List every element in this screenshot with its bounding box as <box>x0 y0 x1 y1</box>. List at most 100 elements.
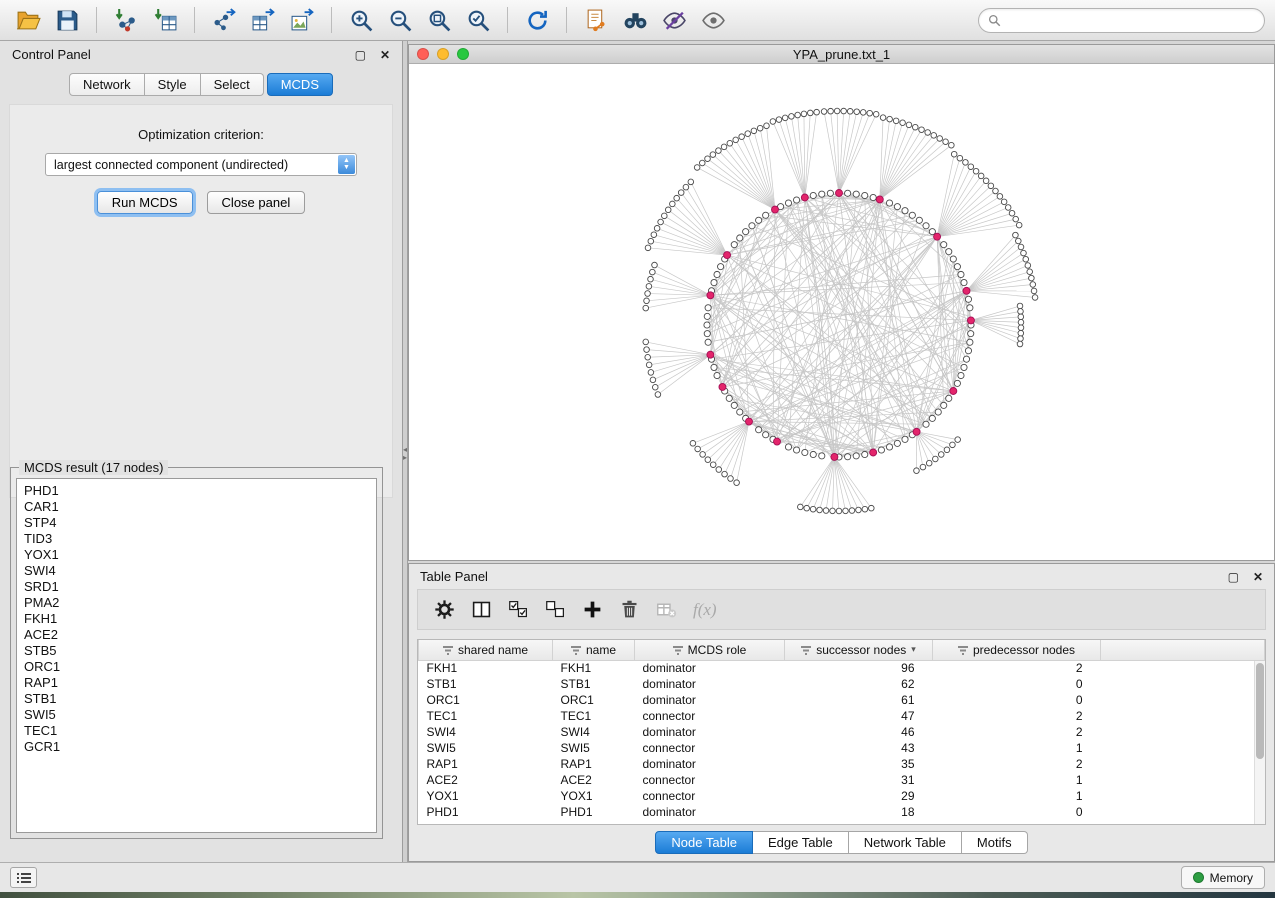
table-row[interactable]: SWI4SWI4dominator462 <box>419 724 1265 740</box>
network-node[interactable] <box>704 313 710 319</box>
network-node[interactable] <box>739 134 745 140</box>
network-node[interactable] <box>983 178 989 184</box>
network-node[interactable] <box>678 190 684 196</box>
network-node[interactable] <box>763 212 769 218</box>
close-panel-icon[interactable]: ✕ <box>380 49 390 61</box>
table-row[interactable]: YOX1YOX1connector291 <box>419 788 1265 804</box>
mcds-result-item[interactable]: CAR1 <box>24 499 376 515</box>
network-node[interactable] <box>728 476 734 482</box>
memory-button[interactable]: Memory <box>1181 866 1265 889</box>
network-node[interactable] <box>695 446 701 452</box>
network-node[interactable] <box>662 213 668 219</box>
network-node[interactable] <box>1017 303 1023 309</box>
network-node[interactable] <box>1031 288 1037 294</box>
network-node[interactable] <box>643 305 649 311</box>
network-node[interactable] <box>973 168 979 174</box>
network-node[interactable] <box>853 453 859 459</box>
network-node[interactable] <box>1029 275 1035 281</box>
network-node[interactable] <box>951 151 957 157</box>
network-node[interactable] <box>961 279 967 285</box>
network-node[interactable] <box>710 462 716 468</box>
network-node[interactable] <box>938 452 944 458</box>
network-node[interactable] <box>958 372 964 378</box>
network-node[interactable] <box>997 194 1003 200</box>
network-node[interactable] <box>1018 336 1024 342</box>
network-node[interactable] <box>923 421 929 427</box>
network-node[interactable] <box>721 144 727 150</box>
network-node[interactable] <box>770 119 776 125</box>
network-node[interactable] <box>950 256 956 262</box>
network-node[interactable] <box>919 127 925 133</box>
network-node[interactable] <box>902 436 908 442</box>
network-node[interactable] <box>870 194 876 200</box>
network-node[interactable] <box>878 447 884 453</box>
network-node[interactable] <box>923 223 929 229</box>
network-node[interactable] <box>967 339 973 345</box>
network-node[interactable] <box>764 123 770 129</box>
network-node[interactable] <box>827 190 833 196</box>
mcds-hub-node[interactable] <box>950 388 957 395</box>
zoom-out-button[interactable] <box>382 4 418 36</box>
network-node[interactable] <box>843 508 849 514</box>
mcds-result-item[interactable]: ORC1 <box>24 659 376 675</box>
float-table-panel-icon[interactable]: ▢ <box>1228 571 1239 583</box>
network-node[interactable] <box>710 152 716 158</box>
network-node[interactable] <box>1013 216 1019 222</box>
network-node[interactable] <box>958 271 964 277</box>
network-node[interactable] <box>845 190 851 196</box>
show-all-button[interactable] <box>695 4 731 36</box>
table-row[interactable]: ACE2ACE2connector311 <box>419 772 1265 788</box>
network-node[interactable] <box>965 296 971 302</box>
network-node[interactable] <box>819 191 825 197</box>
tab-motifs[interactable]: Motifs <box>962 831 1028 854</box>
zoom-in-button[interactable] <box>343 4 379 36</box>
network-node[interactable] <box>699 160 705 166</box>
deselect-all-button[interactable] <box>545 599 566 620</box>
network-node[interactable] <box>1018 244 1024 250</box>
mcds-result-list[interactable]: PHD1CAR1STP4TID3YOX1SWI4SRD1PMA2FKH1ACE2… <box>16 478 377 833</box>
network-node[interactable] <box>931 133 937 139</box>
column-header-predecessor-nodes[interactable]: predecessor nodes <box>933 640 1101 660</box>
network-node[interactable] <box>862 192 868 198</box>
network-node[interactable] <box>963 160 969 166</box>
network-node[interactable] <box>793 447 799 453</box>
network-node[interactable] <box>963 356 969 362</box>
table-row[interactable]: ORC1ORC1dominator610 <box>419 692 1265 708</box>
close-window-button[interactable] <box>417 48 429 60</box>
network-node[interactable] <box>674 195 680 201</box>
mcds-result-item[interactable]: TEC1 <box>24 723 376 739</box>
tab-select[interactable]: Select <box>201 73 264 96</box>
network-node[interactable] <box>745 131 751 137</box>
table-row[interactable]: RAP1RAP1dominator352 <box>419 756 1265 772</box>
network-node[interactable] <box>785 200 791 206</box>
network-node[interactable] <box>967 305 973 311</box>
network-node[interactable] <box>650 377 656 383</box>
network-node[interactable] <box>925 130 931 136</box>
network-node[interactable] <box>714 271 720 277</box>
column-header-successor-nodes[interactable]: successor nodes▾ <box>785 640 933 660</box>
network-node[interactable] <box>793 197 799 203</box>
network-node[interactable] <box>648 370 654 376</box>
network-node[interactable] <box>722 471 728 477</box>
mcds-hub-node[interactable] <box>967 317 974 324</box>
network-node[interactable] <box>950 442 956 448</box>
criterion-dropdown[interactable]: largest connected component (undirected)… <box>45 153 357 176</box>
mcds-hub-node[interactable] <box>707 351 714 358</box>
network-node[interactable] <box>705 457 711 463</box>
save-button[interactable] <box>49 4 85 36</box>
network-window-titlebar[interactable]: YPA_prune.txt_1 <box>409 45 1274 64</box>
network-node[interactable] <box>714 372 720 378</box>
mcds-hub-node[interactable] <box>707 292 714 299</box>
network-node[interactable] <box>886 444 892 450</box>
zoom-selected-button[interactable] <box>460 4 496 36</box>
mcds-hub-node[interactable] <box>934 233 941 240</box>
network-node[interactable] <box>946 395 952 401</box>
select-all-button[interactable] <box>508 599 529 620</box>
tab-mcds[interactable]: MCDS <box>267 73 333 96</box>
minimize-window-button[interactable] <box>437 48 449 60</box>
network-node[interactable] <box>731 402 737 408</box>
network-node[interactable] <box>954 380 960 386</box>
network-node[interactable] <box>705 339 711 345</box>
network-node[interactable] <box>718 264 724 270</box>
network-node[interactable] <box>949 142 955 148</box>
